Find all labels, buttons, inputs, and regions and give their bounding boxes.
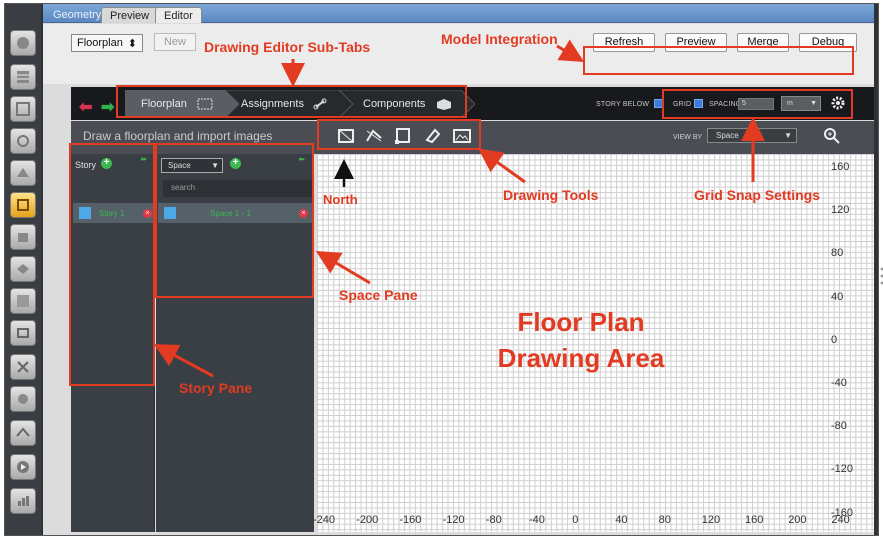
drawing-tools-highlight	[317, 119, 481, 150]
updown-icon: ⬍	[127, 38, 137, 50]
x-tick-label: -80	[485, 514, 502, 526]
x-tick-label: 200	[788, 514, 807, 526]
y-tick-label: 160	[831, 161, 850, 173]
space-types-icon[interactable]	[10, 160, 36, 186]
hint-text: Draw a floorplan and import images	[83, 129, 273, 143]
run-simulation-icon[interactable]	[10, 454, 36, 480]
y-tick-label: -40	[831, 377, 847, 389]
x-tick-label: 120	[701, 514, 721, 526]
y-tick-label: 80	[831, 247, 844, 260]
annotation-model-integration: Model Integration	[441, 31, 558, 47]
annotation-north: North	[323, 192, 358, 207]
x-tick-label: -160	[399, 514, 422, 526]
tab-geometry[interactable]: Geometry	[45, 7, 109, 23]
app-window: Geometry Preview Editor Floorplan ⬍ New R…	[4, 3, 883, 536]
y-tick-label: -120	[831, 463, 854, 476]
y-tick-label: -160	[831, 506, 854, 519]
y-tick-label: 120	[831, 204, 850, 217]
thermal-zones-icon[interactable]	[10, 288, 36, 314]
mode-select[interactable]: Floorplan ⬍	[71, 34, 143, 52]
site-icon[interactable]	[10, 30, 36, 56]
back-arrow-icon[interactable]: ⬅	[79, 97, 92, 117]
new-button[interactable]: New	[154, 33, 196, 51]
x-tick-label: -40	[529, 514, 545, 526]
y-tick-label: 0	[831, 333, 838, 346]
x-tick-label: -120	[442, 514, 465, 526]
mode-select-value: Floorplan	[77, 37, 123, 49]
hvac-icon[interactable]	[10, 320, 36, 346]
constructions-icon[interactable]	[10, 96, 36, 122]
annotation-story-pane: Story Pane	[179, 380, 253, 396]
story-below-label: STORY BELOW	[596, 101, 650, 108]
geometry-icon[interactable]	[10, 192, 36, 218]
tab-strip: Geometry Preview Editor	[43, 4, 874, 23]
measures-icon[interactable]	[10, 420, 36, 446]
forward-arrow-icon[interactable]: ➡	[101, 97, 114, 117]
view-by-select[interactable]: Space ▼	[707, 128, 797, 143]
story-pane-highlight	[69, 143, 155, 386]
x-tick-label: 80	[658, 514, 671, 526]
x-tick-label: 0	[572, 514, 579, 526]
loads-icon[interactable]	[10, 128, 36, 154]
view-by-value: Space	[716, 131, 739, 140]
y-tick-label: 40	[831, 290, 844, 303]
y-tick-label: -80	[831, 420, 847, 433]
annotation-floor-plan-line2: Drawing Area	[497, 343, 665, 373]
results-icon[interactable]	[10, 488, 36, 514]
model-integration-highlight	[583, 46, 854, 75]
tab-preview[interactable]: Preview	[101, 7, 159, 23]
annotation-space-pane: Space Pane	[339, 287, 418, 303]
schedules-icon[interactable]	[10, 64, 36, 90]
facility-icon[interactable]	[10, 224, 36, 250]
x-tick-label: -240	[313, 514, 336, 526]
chevron-down-icon: ▼	[784, 131, 792, 140]
x-tick-label: 40	[615, 514, 628, 526]
x-tick-label: -200	[356, 514, 379, 526]
annotation-subtabs: Drawing Editor Sub-Tabs	[204, 39, 371, 55]
variables-icon[interactable]	[10, 354, 36, 380]
annotation-grid-snap: Grid Snap Settings	[694, 187, 821, 203]
left-toolbar	[5, 4, 41, 535]
annotation-drawing-tools: Drawing Tools	[503, 187, 599, 203]
zoom-icon[interactable]	[822, 126, 842, 146]
subtabs-highlight	[116, 85, 467, 118]
annotation-floor-plan-line1: Floor Plan	[517, 307, 645, 337]
spaces-icon[interactable]	[10, 256, 36, 282]
view-by-label: VIEW BY	[673, 134, 703, 141]
tab-editor[interactable]: Editor	[155, 7, 202, 23]
simulation-settings-icon[interactable]	[10, 386, 36, 412]
x-tick-label: 160	[745, 514, 764, 526]
annotation-floor-plan: Floor Plan Drawing Area	[483, 304, 679, 376]
space-pane-highlight	[155, 143, 314, 298]
grid-snap-highlight	[662, 89, 853, 119]
